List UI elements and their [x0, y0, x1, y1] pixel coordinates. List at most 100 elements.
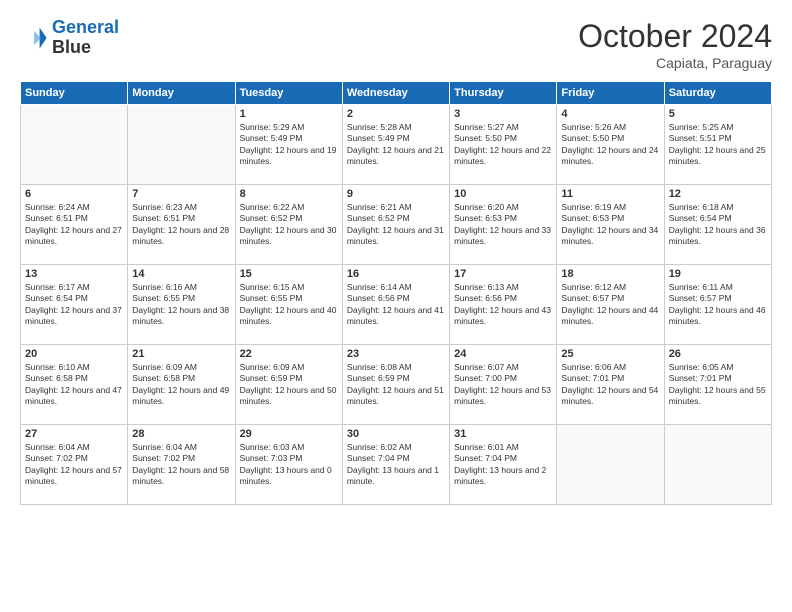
- cell-info: Sunrise: 5:26 AM Sunset: 5:50 PM Dayligh…: [561, 122, 659, 168]
- cell-info: Sunrise: 6:15 AM Sunset: 6:55 PM Dayligh…: [240, 282, 338, 328]
- cell-info: Sunrise: 5:28 AM Sunset: 5:49 PM Dayligh…: [347, 122, 445, 168]
- day-header-friday: Friday: [557, 82, 664, 105]
- day-number: 13: [25, 268, 123, 280]
- day-number: 16: [347, 268, 445, 280]
- calendar-cell: 6 Sunrise: 6:24 AM Sunset: 6:51 PM Daylig…: [21, 185, 128, 265]
- week-row-3: 20 Sunrise: 6:10 AM Sunset: 6:58 PM Dayli…: [21, 345, 772, 425]
- day-number: 9: [347, 188, 445, 200]
- day-header-wednesday: Wednesday: [342, 82, 449, 105]
- day-number: 5: [669, 108, 767, 120]
- day-number: 3: [454, 108, 552, 120]
- subtitle: Capiata, Paraguay: [578, 55, 772, 71]
- day-number: 19: [669, 268, 767, 280]
- cell-info: Sunrise: 6:21 AM Sunset: 6:52 PM Dayligh…: [347, 202, 445, 248]
- day-number: 17: [454, 268, 552, 280]
- calendar-cell: 14Sunrise: 6:16 AM Sunset: 6:55 PM Dayli…: [128, 265, 235, 345]
- calendar-cell: 2 Sunrise: 5:28 AM Sunset: 5:49 PM Daylig…: [342, 105, 449, 185]
- cell-info: Sunrise: 6:02 AM Sunset: 7:04 PM Dayligh…: [347, 442, 445, 488]
- day-number: 6: [25, 188, 123, 200]
- week-row-1: 6 Sunrise: 6:24 AM Sunset: 6:51 PM Daylig…: [21, 185, 772, 265]
- logo-line2: Blue: [52, 38, 119, 58]
- calendar-cell: [128, 105, 235, 185]
- calendar-cell: 20 Sunrise: 6:10 AM Sunset: 6:58 PM Dayli…: [21, 345, 128, 425]
- day-number: 8: [240, 188, 338, 200]
- week-row-2: 13 Sunrise: 6:17 AM Sunset: 6:54 PM Dayli…: [21, 265, 772, 345]
- calendar-cell: 25Sunrise: 6:06 AM Sunset: 7:01 PM Dayli…: [557, 345, 664, 425]
- day-number: 25: [561, 348, 659, 360]
- calendar-cell: 8 Sunrise: 6:22 AM Sunset: 6:52 PM Daylig…: [235, 185, 342, 265]
- cell-info: Sunrise: 6:04 AM Sunset: 7:02 PM Dayligh…: [25, 442, 123, 488]
- day-number: 14: [132, 268, 230, 280]
- day-number: 11: [561, 188, 659, 200]
- calendar-cell: 13 Sunrise: 6:17 AM Sunset: 6:54 PM Dayli…: [21, 265, 128, 345]
- cell-info: Sunrise: 5:25 AM Sunset: 5:51 PM Dayligh…: [669, 122, 767, 168]
- calendar-cell: 10Sunrise: 6:20 AM Sunset: 6:53 PM Dayli…: [450, 185, 557, 265]
- calendar-cell: 27 Sunrise: 6:04 AM Sunset: 7:02 PM Dayli…: [21, 425, 128, 505]
- day-number: 18: [561, 268, 659, 280]
- cell-info: Sunrise: 6:03 AM Sunset: 7:03 PM Dayligh…: [240, 442, 338, 488]
- calendar-cell: [557, 425, 664, 505]
- day-number: 28: [132, 428, 230, 440]
- logo-line1: General: [52, 17, 119, 37]
- cell-info: Sunrise: 6:08 AM Sunset: 6:59 PM Dayligh…: [347, 362, 445, 408]
- day-number: 20: [25, 348, 123, 360]
- cell-info: Sunrise: 6:11 AM Sunset: 6:57 PM Dayligh…: [669, 282, 767, 328]
- logo: General Blue: [20, 18, 119, 58]
- calendar-cell: 19 Sunrise: 6:11 AM Sunset: 6:57 PM Dayli…: [664, 265, 771, 345]
- day-number: 30: [347, 428, 445, 440]
- day-number: 21: [132, 348, 230, 360]
- cell-info: Sunrise: 6:05 AM Sunset: 7:01 PM Dayligh…: [669, 362, 767, 408]
- calendar-cell: 12 Sunrise: 6:18 AM Sunset: 6:54 PM Dayli…: [664, 185, 771, 265]
- calendar-cell: 15 Sunrise: 6:15 AM Sunset: 6:55 PM Dayli…: [235, 265, 342, 345]
- calendar-cell: 18Sunrise: 6:12 AM Sunset: 6:57 PM Dayli…: [557, 265, 664, 345]
- calendar: SundayMondayTuesdayWednesdayThursdayFrid…: [20, 81, 772, 505]
- cell-info: Sunrise: 6:07 AM Sunset: 7:00 PM Dayligh…: [454, 362, 552, 408]
- cell-info: Sunrise: 6:01 AM Sunset: 7:04 PM Dayligh…: [454, 442, 552, 488]
- calendar-cell: 4 Sunrise: 5:26 AM Sunset: 5:50 PM Daylig…: [557, 105, 664, 185]
- cell-info: Sunrise: 6:10 AM Sunset: 6:58 PM Dayligh…: [25, 362, 123, 408]
- header: General Blue October 2024 Capiata, Parag…: [20, 18, 772, 71]
- cell-info: Sunrise: 6:18 AM Sunset: 6:54 PM Dayligh…: [669, 202, 767, 248]
- month-title: October 2024: [578, 18, 772, 55]
- day-header-sunday: Sunday: [21, 82, 128, 105]
- calendar-cell: 9 Sunrise: 6:21 AM Sunset: 6:52 PM Daylig…: [342, 185, 449, 265]
- day-number: 4: [561, 108, 659, 120]
- day-header-tuesday: Tuesday: [235, 82, 342, 105]
- calendar-cell: 31 Sunrise: 6:01 AM Sunset: 7:04 PM Dayli…: [450, 425, 557, 505]
- cell-info: Sunrise: 6:13 AM Sunset: 6:56 PM Dayligh…: [454, 282, 552, 328]
- cell-info: Sunrise: 6:17 AM Sunset: 6:54 PM Dayligh…: [25, 282, 123, 328]
- cell-info: Sunrise: 6:23 AM Sunset: 6:51 PM Dayligh…: [132, 202, 230, 248]
- page: General Blue October 2024 Capiata, Parag…: [0, 0, 792, 612]
- calendar-cell: [21, 105, 128, 185]
- day-number: 27: [25, 428, 123, 440]
- cell-info: Sunrise: 6:22 AM Sunset: 6:52 PM Dayligh…: [240, 202, 338, 248]
- calendar-cell: 1 Sunrise: 5:29 AM Sunset: 5:49 PM Daylig…: [235, 105, 342, 185]
- cell-info: Sunrise: 6:24 AM Sunset: 6:51 PM Dayligh…: [25, 202, 123, 248]
- title-block: October 2024 Capiata, Paraguay: [578, 18, 772, 71]
- cell-info: Sunrise: 6:04 AM Sunset: 7:02 PM Dayligh…: [132, 442, 230, 488]
- cell-info: Sunrise: 6:20 AM Sunset: 6:53 PM Dayligh…: [454, 202, 552, 248]
- day-header-saturday: Saturday: [664, 82, 771, 105]
- calendar-cell: 17 Sunrise: 6:13 AM Sunset: 6:56 PM Dayli…: [450, 265, 557, 345]
- day-number: 26: [669, 348, 767, 360]
- day-number: 31: [454, 428, 552, 440]
- calendar-cell: [664, 425, 771, 505]
- day-header-thursday: Thursday: [450, 82, 557, 105]
- day-number: 22: [240, 348, 338, 360]
- calendar-cell: 26 Sunrise: 6:05 AM Sunset: 7:01 PM Dayli…: [664, 345, 771, 425]
- calendar-cell: 24Sunrise: 6:07 AM Sunset: 7:00 PM Dayli…: [450, 345, 557, 425]
- calendar-cell: 22 Sunrise: 6:09 AM Sunset: 6:59 PM Dayli…: [235, 345, 342, 425]
- calendar-cell: 21 Sunrise: 6:09 AM Sunset: 6:58 PM Dayli…: [128, 345, 235, 425]
- cell-info: Sunrise: 6:09 AM Sunset: 6:59 PM Dayligh…: [240, 362, 338, 408]
- calendar-cell: 3Sunrise: 5:27 AM Sunset: 5:50 PM Daylig…: [450, 105, 557, 185]
- day-header-monday: Monday: [128, 82, 235, 105]
- day-number: 1: [240, 108, 338, 120]
- cell-info: Sunrise: 5:29 AM Sunset: 5:49 PM Dayligh…: [240, 122, 338, 168]
- day-number: 2: [347, 108, 445, 120]
- day-number: 15: [240, 268, 338, 280]
- day-number: 29: [240, 428, 338, 440]
- week-row-4: 27 Sunrise: 6:04 AM Sunset: 7:02 PM Dayli…: [21, 425, 772, 505]
- day-number: 12: [669, 188, 767, 200]
- cell-info: Sunrise: 6:09 AM Sunset: 6:58 PM Dayligh…: [132, 362, 230, 408]
- cell-info: Sunrise: 6:14 AM Sunset: 6:56 PM Dayligh…: [347, 282, 445, 328]
